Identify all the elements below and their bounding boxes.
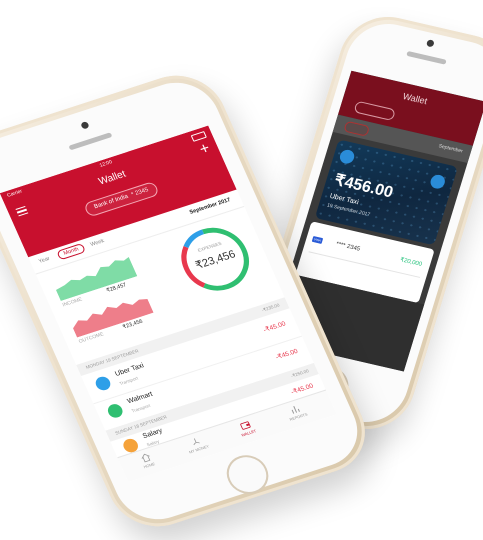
transaction-amount: -₹45.00 <box>274 347 300 362</box>
transaction-category: Transport <box>118 375 139 387</box>
period-year[interactable]: Year <box>38 256 51 265</box>
account-chip[interactable] <box>353 100 396 122</box>
transaction-category: Transport <box>130 403 152 414</box>
marketing-scene: Wallet September ₹456.00 Uber Taxi 19 Se… <box>0 0 483 540</box>
transaction-name: Uber Taxi <box>114 362 146 378</box>
home-icon <box>141 453 151 463</box>
visa-icon: VISA <box>311 235 324 244</box>
chart-icon <box>291 406 300 414</box>
car-icon <box>93 374 113 393</box>
period-week[interactable]: Week <box>90 238 106 248</box>
transaction-name: Salary <box>141 427 164 441</box>
account-name: Bank of India <box>93 193 130 211</box>
front-phone-screen: Carrier 12:00 Wallet + Bank of India* 23… <box>0 125 337 482</box>
card-balance: ₹20,000 <box>399 257 423 268</box>
divider <box>308 251 421 278</box>
transaction-name: Walmart <box>126 390 154 406</box>
card-number: **** 2345 <box>335 241 361 253</box>
transaction-amount: -₹45.00 <box>262 320 287 334</box>
money-icon <box>193 438 200 446</box>
cart-icon <box>105 402 125 420</box>
account-balance: * 2345 <box>130 187 150 199</box>
wallet-icon <box>240 421 251 430</box>
